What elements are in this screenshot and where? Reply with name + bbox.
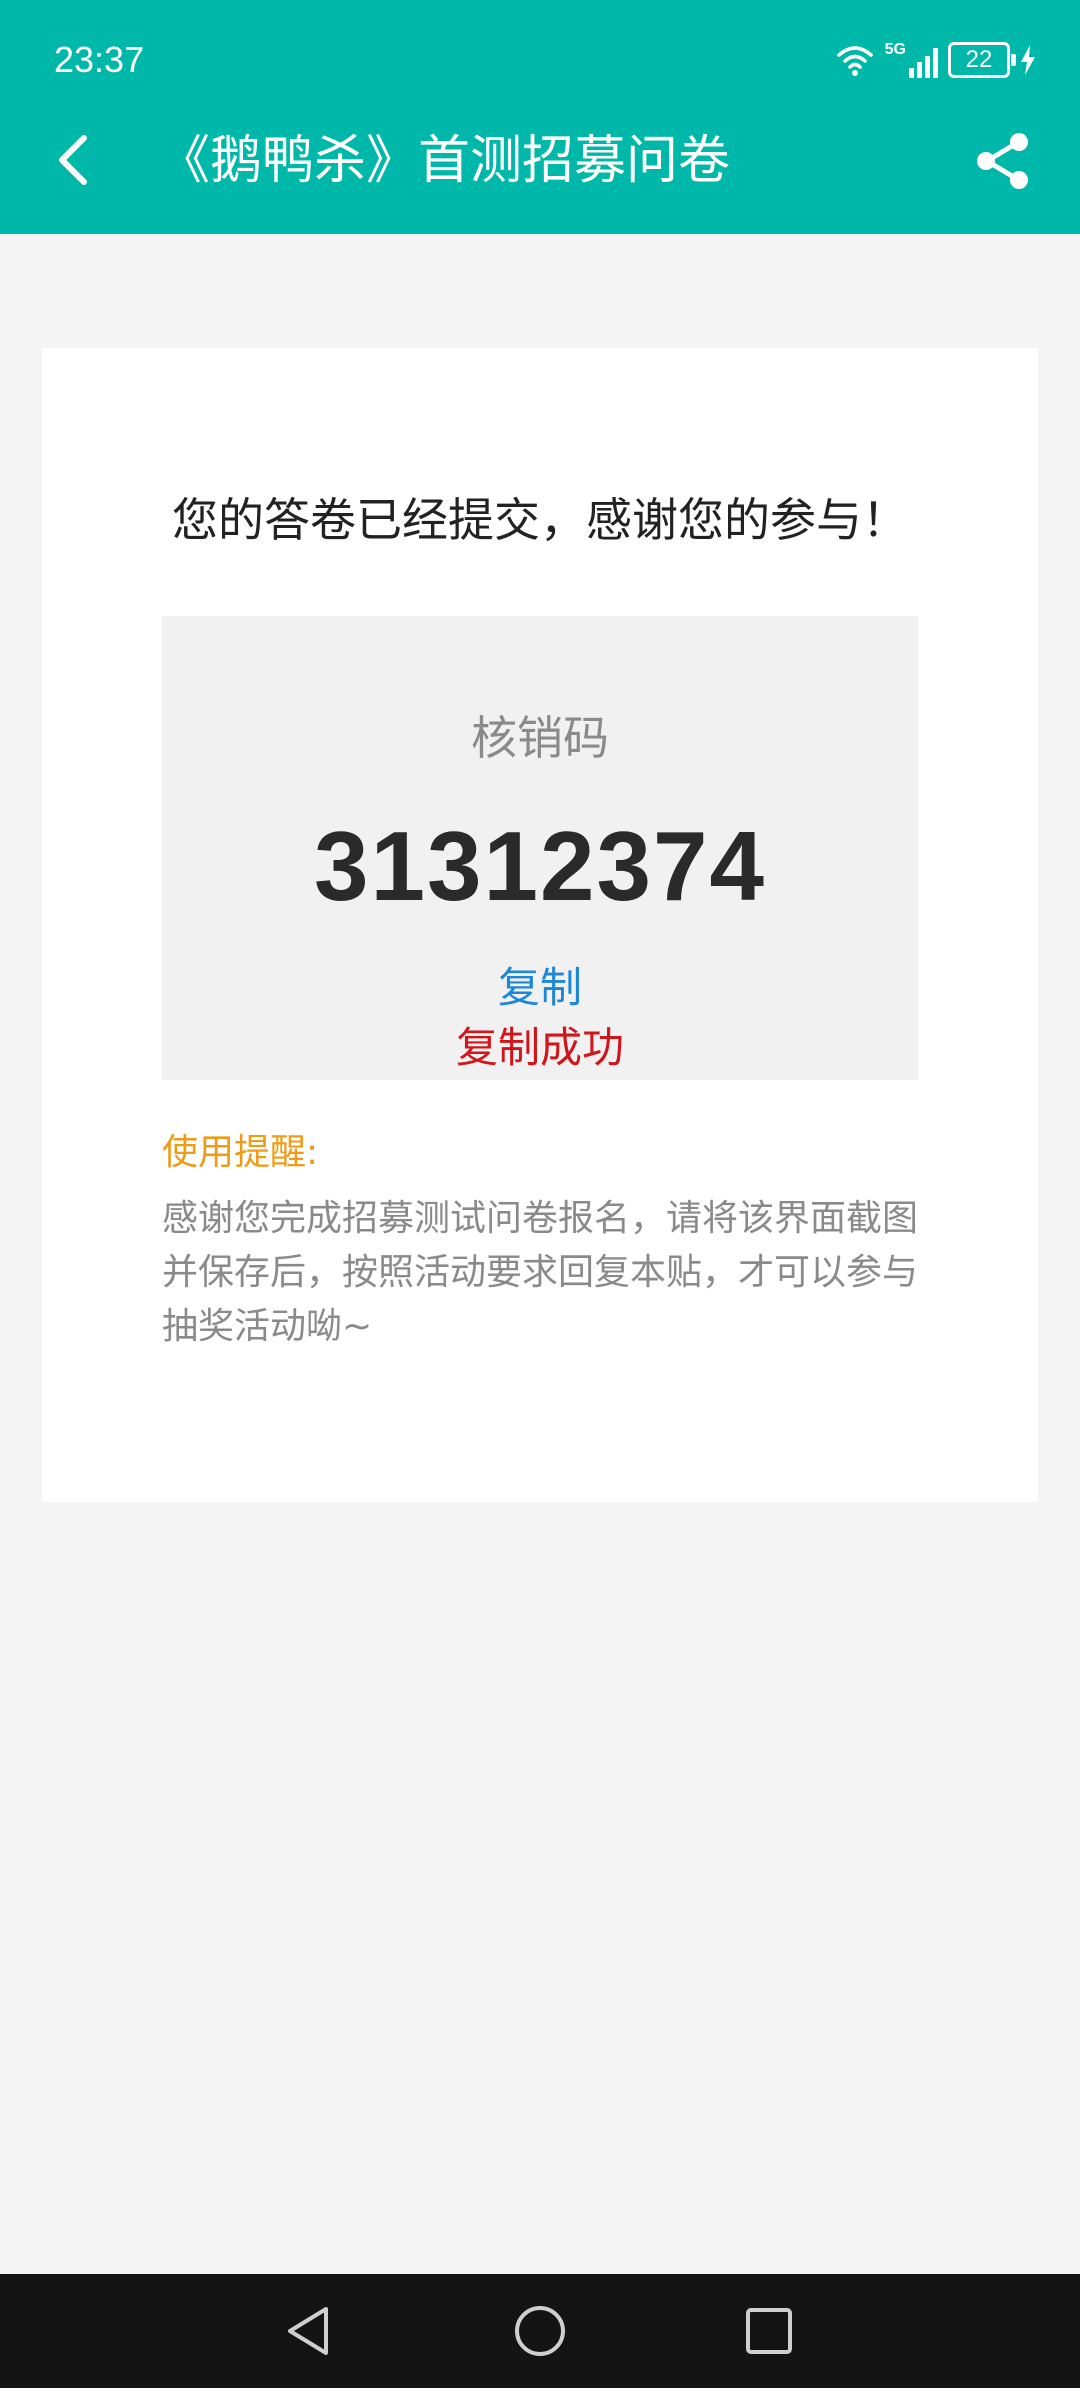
back-triangle-icon bbox=[288, 2307, 328, 2355]
wifi-icon bbox=[836, 46, 873, 76]
network-type: 5G bbox=[884, 41, 906, 58]
copy-success-text: 复制成功 bbox=[455, 1023, 624, 1072]
recents-square-icon bbox=[746, 2308, 792, 2354]
share-icon bbox=[977, 133, 1028, 189]
signal-5g-icon: 5G bbox=[885, 42, 938, 78]
back-button[interactable] bbox=[40, 124, 104, 196]
home-circle-icon bbox=[515, 2306, 565, 2356]
status-icons: 5G 22 bbox=[835, 38, 1036, 82]
code-value: 31312374 bbox=[313, 811, 767, 921]
share-button[interactable] bbox=[968, 126, 1038, 196]
top-app-bar: 23:37 5G 22 《鹅鸭杀》首测招募问卷 bbox=[0, 0, 1080, 234]
status-time: 23:37 bbox=[54, 39, 145, 80]
battery-icon: 22 bbox=[948, 42, 1016, 78]
battery-level: 22 bbox=[965, 46, 993, 73]
code-label: 核销码 bbox=[471, 711, 609, 765]
tip-title: 使用提醒: bbox=[162, 1132, 319, 1173]
tip-body: 感谢您完成招募测试问卷报名，请将该界面截图并保存后，按照活动要求回复本贴，才可以… bbox=[162, 1198, 919, 1347]
redeem-code-box: 核销码 31312374 复制 复制成功 bbox=[162, 616, 918, 1080]
back-arrow-icon bbox=[59, 135, 87, 185]
submit-message: 您的答卷已经提交，感谢您的参与！ bbox=[172, 493, 908, 547]
result-card: 您的答卷已经提交，感谢您的参与！ 核销码 31312374 复制 复制成功 使用… bbox=[42, 348, 1038, 1502]
copy-button[interactable]: 复制 bbox=[440, 960, 640, 1016]
nav-home-button[interactable] bbox=[505, 2296, 575, 2366]
system-nav-bar bbox=[0, 2274, 1080, 2388]
charging-icon bbox=[1021, 45, 1035, 75]
nav-back-button[interactable] bbox=[274, 2296, 344, 2366]
page-title: 《鹅鸭杀》首测招募问卷 bbox=[158, 131, 731, 191]
nav-recents-button[interactable] bbox=[734, 2296, 804, 2366]
